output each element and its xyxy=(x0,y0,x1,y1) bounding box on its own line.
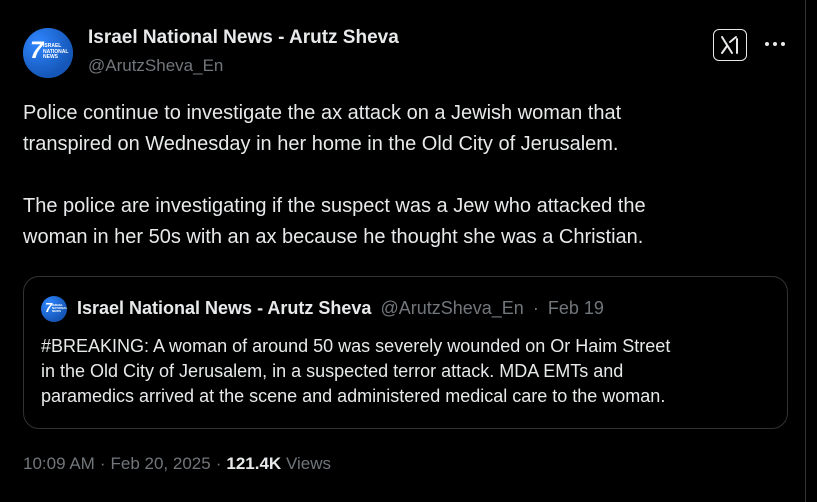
more-horizontal-icon xyxy=(765,42,785,46)
tweet-time-link[interactable]: 10:09 AM · Feb 20, 2025 xyxy=(23,454,211,473)
separator-dot: · xyxy=(215,454,222,473)
quoted-tweet-header: Israel National News - Arutz Sheva @Arut… xyxy=(77,298,604,319)
tweet-text: Police continue to investigate the ax at… xyxy=(23,98,783,253)
quoted-author-display-name[interactable]: Israel National News - Arutz Sheva xyxy=(77,298,371,318)
views-count[interactable]: 121.4K xyxy=(226,454,281,473)
separator-dot: · xyxy=(99,454,106,473)
grok-icon xyxy=(721,36,738,54)
author-display-name[interactable]: Israel National News - Arutz Sheva xyxy=(88,27,399,49)
author-handle[interactable]: @ArutzSheva_En xyxy=(88,56,223,76)
quoted-tweet[interactable]: 7 ISRAEL NATIONAL NEWS Israel National N… xyxy=(23,276,788,429)
tweet-text-line: The police are investigating if the susp… xyxy=(23,195,646,217)
tweet-time: 10:09 AM xyxy=(23,454,95,473)
quoted-text-line: #BREAKING: A woman of around 50 was seve… xyxy=(41,336,671,356)
avatar-logo-number: 7 xyxy=(30,37,44,64)
tweet-text-line: transpired on Wednesday in her home in t… xyxy=(23,133,619,155)
quoted-author-handle[interactable]: @ArutzSheva_En xyxy=(380,298,523,318)
quoted-text-line: paramedics arrived at the scene and admi… xyxy=(41,386,666,406)
grok-button[interactable] xyxy=(713,29,747,61)
quoted-author-avatar[interactable]: 7 ISRAEL NATIONAL NEWS xyxy=(41,296,67,322)
avatar-logo: 7 ISRAEL NATIONAL NEWS xyxy=(23,28,73,78)
tweet-text-line: Police continue to investigate the ax at… xyxy=(23,102,622,124)
tweet-card: 7 ISRAEL NATIONAL NEWS Israel National N… xyxy=(0,0,806,502)
quoted-text-line: in the Old City of Jerusalem, in a suspe… xyxy=(41,361,624,381)
avatar-logo-text: ISRAEL NATIONAL NEWS xyxy=(52,303,68,313)
tweet-meta: 10:09 AM · Feb 20, 2025 · 121.4K Views xyxy=(23,454,331,474)
author-avatar[interactable]: 7 ISRAEL NATIONAL NEWS xyxy=(23,28,73,78)
quoted-tweet-text: #BREAKING: A woman of around 50 was seve… xyxy=(41,334,781,409)
avatar-logo-text: ISRAEL NATIONAL NEWS xyxy=(43,43,69,60)
separator-dot: · xyxy=(532,298,539,318)
quoted-tweet-date[interactable]: Feb 19 xyxy=(548,298,604,318)
tweet-text-line: woman in her 50s with an ax because he t… xyxy=(23,226,644,248)
more-button[interactable] xyxy=(762,32,788,56)
tweet-date: Feb 20, 2025 xyxy=(110,454,211,473)
views-label: Views xyxy=(285,454,331,473)
